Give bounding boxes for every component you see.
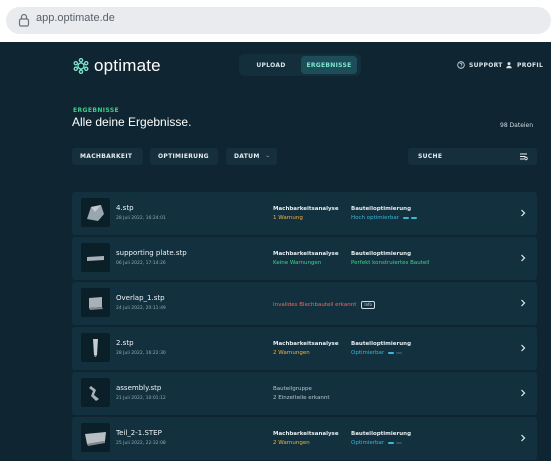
part-thumbnail [81, 423, 110, 452]
level-bar [402, 217, 409, 219]
file-count: 98 Dateien [500, 122, 534, 129]
file-date: 28 Juli 2022, 16:22:30 [116, 351, 166, 356]
result-row[interactable]: Teil_2-1.STEP 25 Juli 2022, 22:32:08 Mac… [72, 417, 537, 460]
optimate-logo-icon [73, 58, 89, 74]
browser-bar: app.optimate.de [0, 0, 551, 42]
chevron-right-icon[interactable] [520, 299, 526, 307]
file-date: 28 Juli 2022, 16:24:01 [116, 216, 166, 221]
support-label: SUPPORT [469, 61, 503, 69]
feasibility-value: 1 Warnung [273, 215, 303, 221]
logo[interactable]: optimate [73, 56, 161, 76]
part-thumbnail [81, 243, 110, 272]
main-nav: UPLOAD ERGEBNISSE [239, 54, 361, 76]
feasibility-label: Machbarkeitsanalyse [273, 431, 339, 437]
optimization-value: Hoch optimierbar [351, 215, 399, 221]
user-icon [506, 62, 512, 69]
result-row[interactable]: Overlap_1.stp 24 Juli 2022, 20:11:49 Inv… [72, 282, 537, 325]
search-placeholder: SUCHE [418, 153, 443, 160]
optimization-value: Optimierbar [351, 350, 385, 356]
file-name: supporting plate.stp [116, 249, 187, 257]
profile-link[interactable]: PROFIL [505, 61, 543, 69]
chevron-right-icon[interactable] [520, 209, 526, 217]
optimization-value: Optimierbar [351, 440, 385, 446]
level-bar [396, 352, 403, 354]
optimization-label: Bauteiloptimierung [351, 251, 412, 257]
optimization-label: Bauteiloptimierung [351, 206, 412, 212]
optimization-status: Optimierbar [351, 440, 403, 446]
optimization-label: Bauteiloptimierung [351, 341, 412, 347]
profile-label: PROFIL [517, 61, 544, 69]
results-list: 4.stp 28 Juli 2022, 16:24:01 Machbarkeit… [72, 192, 537, 461]
chevron-right-icon[interactable] [520, 389, 526, 397]
chevron-right-icon[interactable] [520, 344, 526, 352]
optimization-value: Perfekt konstruiertes Bauteil [351, 260, 430, 266]
part-thumbnail [81, 378, 110, 407]
filter-feasibility-dropdown[interactable]: MACHBARKEIT [72, 148, 143, 165]
chevron-right-icon[interactable] [520, 254, 526, 262]
nav-upload-button[interactable]: UPLOAD [243, 56, 299, 74]
feasibility-label: Machbarkeitsanalyse [273, 251, 339, 257]
optimization-label: Bauteiloptimierung [351, 431, 412, 437]
nav-results-button[interactable]: ERGEBNISSE [301, 56, 357, 74]
brand-name: optimate [94, 56, 161, 75]
feasibility-label: Machbarkeitsanalyse [273, 206, 339, 212]
info-badge[interactable]: Info [361, 301, 375, 309]
level-bar [396, 442, 403, 444]
result-row[interactable]: supporting plate.stp 06 Juli 2022, 17:14… [72, 237, 537, 280]
search-input[interactable]: SUCHE [408, 148, 537, 165]
error-message: Invalides Blechbauteil erkannt [273, 302, 357, 308]
url-text[interactable]: app.optimate.de [36, 12, 115, 24]
chevron-right-icon[interactable] [520, 434, 526, 442]
result-row[interactable]: assembly.stp 21 Juli 2022, 10:01:12 Baut… [72, 372, 537, 415]
help-circle-icon [457, 61, 465, 69]
page-kicker: ERGEBNISSE [73, 107, 120, 114]
filter-optimization-dropdown[interactable]: OPTIMIERUNG [150, 148, 218, 165]
optimization-status: Optimierbar [351, 350, 403, 356]
file-name: Teil_2-1.STEP [116, 429, 162, 437]
feasibility-value: 2 Warnungen [273, 440, 310, 446]
filter-date-label: DATUM [234, 153, 260, 160]
file-name: assembly.stp [116, 384, 162, 392]
file-name: 2.stp [116, 339, 134, 347]
support-link[interactable]: SUPPORT [457, 61, 503, 69]
filter-lines-icon[interactable] [519, 152, 528, 161]
optimization-level-bars [388, 442, 403, 444]
app: optimate UPLOAD ERGEBNISSE SUPPORT PROFI… [0, 42, 551, 461]
filter-optimization-label: OPTIMIERUNG [158, 153, 209, 160]
group-value: 2 Einzelteile erkannt [273, 395, 330, 401]
level-bar [388, 442, 395, 444]
part-thumbnail [81, 288, 110, 317]
file-date: 06 Juli 2022, 17:14:26 [116, 261, 166, 266]
part-thumbnail [81, 198, 110, 227]
page-title: Alle deine Ergebnisse. [72, 115, 192, 129]
error-status: Invalides Blechbauteil erkannt Info [273, 301, 375, 309]
part-thumbnail [81, 333, 110, 362]
level-bar [410, 217, 417, 219]
optimization-level-bars [402, 217, 417, 219]
result-row[interactable]: 4.stp 28 Juli 2022, 16:24:01 Machbarkeit… [72, 192, 537, 235]
feasibility-label: Machbarkeitsanalyse [273, 341, 339, 347]
result-row[interactable]: 2.stp 28 Juli 2022, 16:22:30 Machbarkeit… [72, 327, 537, 370]
group-label: Bauteilgruppe [273, 386, 312, 392]
feasibility-value: 2 Warnungen [273, 350, 310, 356]
level-bar [388, 352, 395, 354]
optimization-status: Hoch optimierbar [351, 215, 417, 221]
file-date: 24 Juli 2022, 20:11:49 [116, 306, 166, 311]
filter-date-dropdown[interactable]: DATUM [226, 148, 277, 165]
file-name: Overlap_1.stp [116, 294, 165, 302]
lock-icon [18, 13, 30, 27]
chevron-down-icon [265, 155, 269, 158]
filter-feasibility-label: MACHBARKEIT [80, 153, 133, 160]
file-date: 25 Juli 2022, 22:32:08 [116, 441, 166, 446]
feasibility-value: Keine Warnungen [273, 260, 322, 266]
file-date: 21 Juli 2022, 10:01:12 [116, 396, 166, 401]
optimization-level-bars [388, 352, 403, 354]
file-name: 4.stp [116, 204, 134, 212]
